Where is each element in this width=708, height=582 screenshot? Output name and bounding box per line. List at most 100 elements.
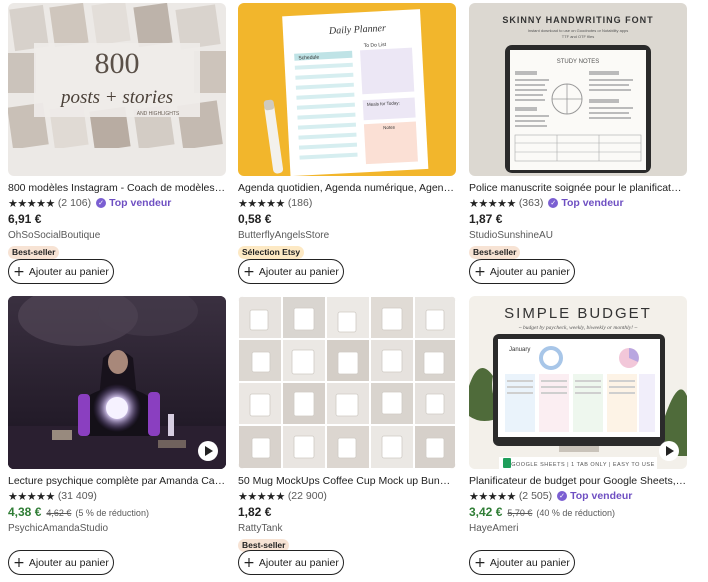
medal-icon: ✓ <box>548 198 559 208</box>
shop-name[interactable]: HayeAmeri <box>469 522 687 535</box>
plus-icon: + <box>243 554 255 571</box>
review-count: (363) <box>518 197 544 209</box>
top-seller-label: Top vendeur <box>570 490 633 502</box>
etsy-pick-badge: Sélection Etsy <box>238 246 305 259</box>
add-to-cart-label: Ajouter au panier <box>258 265 339 278</box>
original-price: 5,70 € <box>507 508 533 518</box>
add-to-cart-button[interactable]: + Ajouter au panier <box>469 550 575 575</box>
product-image[interactable]: SKINNY HANDWRITING FONT Instant download… <box>469 3 687 176</box>
product-image[interactable]: SIMPLE BUDGET ~ budget by paycheck, week… <box>469 296 687 469</box>
add-to-cart-button[interactable]: + Ajouter au panier <box>238 259 344 284</box>
rating-row: ★★★★★ (22 900) <box>238 489 456 503</box>
product-card[interactable]: 800 posts + stories AND HIGHLIGHTS 800 m… <box>8 3 226 284</box>
product-image[interactable]: Daily Planner Schedule To Do List Meals … <box>238 3 456 176</box>
review-count: (22 900) <box>287 490 327 502</box>
star-rating-icon: ★★★★★ <box>8 196 55 210</box>
thumb-small-text: AND HIGHLIGHTS <box>137 111 180 117</box>
play-video-button[interactable] <box>659 441 679 461</box>
shop-name[interactable]: OhSoSocialBoutique <box>8 229 226 242</box>
thumb-heading: SIMPLE BUDGET <box>504 305 652 322</box>
add-to-cart-label: Ajouter au panier <box>489 265 570 278</box>
shop-name[interactable]: RattyTank <box>238 522 456 535</box>
thumb-script-text: posts + stories <box>59 87 173 108</box>
add-to-cart-label: Ajouter au panier <box>258 556 339 569</box>
top-seller-badge: ✓ Top vendeur <box>548 197 624 209</box>
product-title[interactable]: 50 Mug MockUps Coffee Cup Mock up Bundle… <box>238 474 456 488</box>
top-seller-badge: ✓ Top vendeur <box>96 197 171 209</box>
price-row: 0,58 € <box>238 212 456 228</box>
review-count: (2 106) <box>57 197 92 209</box>
star-rating-icon: ★★★★★ <box>238 196 285 210</box>
price: 6,91 € <box>8 212 42 226</box>
thumb-sheet-title: January <box>509 347 530 353</box>
discount-text: (5 % de réduction) <box>75 508 149 518</box>
rating-row: ★★★★★ (363) ✓ Top vendeur <box>469 196 687 210</box>
thumb-notes-title: STUDY NOTES <box>557 59 600 65</box>
thumb-footer: GOOGLE SHEETS | 1 TAB ONLY | EASY TO USE <box>511 462 655 468</box>
star-rating-icon: ★★★★★ <box>238 489 285 503</box>
rating-row: ★★★★★ (186) <box>238 196 456 210</box>
product-card[interactable]: SIMPLE BUDGET ~ budget by paycheck, week… <box>469 296 687 575</box>
discount-text: (40 % de réduction) <box>536 508 615 518</box>
add-to-cart-button[interactable]: + Ajouter au panier <box>8 259 114 284</box>
add-to-cart-button[interactable]: + Ajouter au panier <box>238 550 344 575</box>
product-title[interactable]: Lecture psychique complète par Amanda Ca… <box>8 474 226 488</box>
review-count: (31 409) <box>57 490 97 502</box>
product-image[interactable] <box>8 296 226 469</box>
plus-icon: + <box>243 263 255 280</box>
product-card[interactable]: Lecture psychique complète par Amanda Ca… <box>8 296 226 575</box>
product-card[interactable]: Daily Planner Schedule To Do List Meals … <box>238 3 456 284</box>
shop-name[interactable]: StudioSunshineAU <box>469 229 687 242</box>
add-to-cart-label: Ajouter au panier <box>28 265 109 278</box>
thumb-heading: SKINNY HANDWRITING FONT <box>502 15 653 25</box>
thumb-big-text: 800 <box>95 47 140 80</box>
product-image[interactable]: 800 posts + stories AND HIGHLIGHTS <box>8 3 226 176</box>
review-count: (186) <box>287 197 313 209</box>
play-icon <box>204 446 213 456</box>
product-title[interactable]: Police manuscrite soignée pour le planif… <box>469 181 687 195</box>
play-video-button[interactable] <box>198 441 218 461</box>
shop-name[interactable]: ButterflyAngelsStore <box>238 229 456 242</box>
sale-price: 3,42 € <box>469 505 503 519</box>
review-count: (2 505) <box>518 490 553 502</box>
add-to-cart-button[interactable]: + Ajouter au panier <box>8 550 114 575</box>
product-card[interactable]: SKINNY HANDWRITING FONT Instant download… <box>469 3 687 284</box>
top-seller-label: Top vendeur <box>109 197 172 209</box>
thumb-sub2: TTF and OTF files <box>562 34 594 39</box>
price-row: 1,82 € <box>238 505 456 521</box>
medal-icon: ✓ <box>96 198 107 208</box>
rating-row: ★★★★★ (2 505) ✓ Top vendeur <box>469 489 687 503</box>
medal-icon: ✓ <box>557 491 568 501</box>
plus-icon: + <box>474 554 486 571</box>
product-title[interactable]: Agenda quotidien, Agenda numérique, Agen… <box>238 181 456 195</box>
thumb-col-left: Schedule <box>298 54 319 61</box>
product-card[interactable]: 50 Mug MockUps Coffee Cup Mock up Bundle… <box>238 296 456 575</box>
sale-price: 4,38 € <box>8 505 42 519</box>
rating-row: ★★★★★ (2 106) ✓ Top vendeur <box>8 196 226 210</box>
shop-name[interactable]: PsychicAmandaStudio <box>8 522 226 535</box>
star-rating-icon: ★★★★★ <box>469 196 516 210</box>
plus-icon: + <box>13 263 25 280</box>
star-rating-icon: ★★★★★ <box>8 489 55 503</box>
add-to-cart-label: Ajouter au panier <box>489 556 570 569</box>
price: 1,82 € <box>238 505 272 519</box>
thumb-sub1: Instant download to use on Goodnotes or … <box>528 28 629 33</box>
top-seller-badge: ✓ Top vendeur <box>557 490 632 502</box>
price-row: 6,91 € <box>8 212 226 228</box>
add-to-cart-label: Ajouter au panier <box>28 556 109 569</box>
price-row: 3,42 € 5,70 € (40 % de réduction) <box>469 505 687 521</box>
thumb-note2: Notes <box>383 125 396 131</box>
add-to-cart-button[interactable]: + Ajouter au panier <box>469 259 575 284</box>
price-row: 4,38 € 4,62 € (5 % de réduction) <box>8 505 226 521</box>
thumb-sub: ~ budget by paycheck, weekly, biweekly o… <box>519 325 638 331</box>
play-icon <box>665 446 674 456</box>
best-seller-badge: Best-seller <box>8 246 60 259</box>
star-rating-icon: ★★★★★ <box>469 489 516 503</box>
product-title[interactable]: 800 modèles Instagram - Coach de modèles… <box>8 181 226 195</box>
price: 1,87 € <box>469 212 503 226</box>
product-title[interactable]: Planificateur de budget pour Google Shee… <box>469 474 687 488</box>
product-image[interactable] <box>238 296 456 469</box>
price-row: 1,87 € <box>469 212 687 228</box>
best-seller-badge: Best-seller <box>469 246 521 259</box>
rating-row: ★★★★★ (31 409) <box>8 489 226 503</box>
